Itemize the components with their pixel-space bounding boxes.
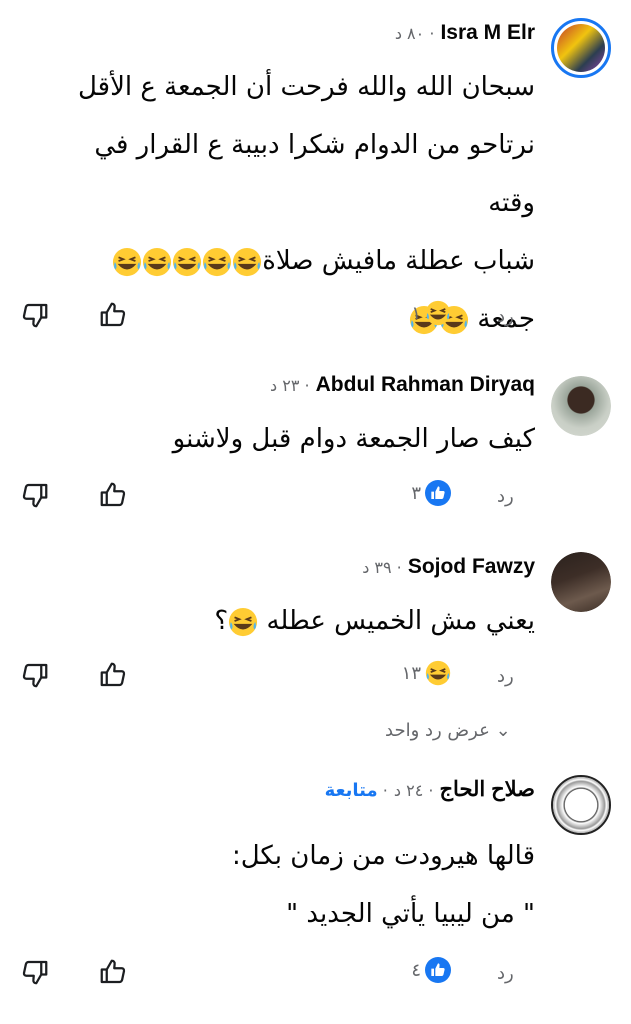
- haha-reaction-icon: [425, 660, 451, 686]
- author-name[interactable]: Abdul Rahman Diryaq: [316, 373, 535, 396]
- reaction-count[interactable]: ١: [411, 300, 451, 326]
- text-line: ؟: [214, 606, 229, 636]
- thumbs-up-icon[interactable]: [98, 957, 128, 987]
- thumbs-down-icon[interactable]: [20, 957, 50, 987]
- laughing-emoji-icon: [228, 607, 258, 637]
- laughing-emoji-icon: [112, 247, 142, 277]
- like-reaction-icon: [425, 957, 451, 983]
- text-line: " من ليبيا يأتي الجديد ": [286, 899, 535, 929]
- avatar[interactable]: [551, 18, 611, 78]
- timestamp: ٣٩ د: [362, 558, 392, 577]
- thumbs-down-icon[interactable]: [20, 300, 50, 330]
- haha-reaction-icon: [425, 300, 451, 326]
- comment-header: Sojod Fawzy · ٣٩ د: [362, 555, 535, 578]
- comment-header: صلاح الحاج · ٢٤ د · متابعة: [324, 778, 536, 801]
- avatar[interactable]: [551, 552, 611, 612]
- comment-header: Abdul Rahman Diryaq · ٢٣ د: [270, 373, 535, 396]
- avatar[interactable]: [551, 775, 611, 835]
- text-line: قالها هيرودت من زمان بكل:: [231, 841, 535, 871]
- timestamp: ٨٠ د: [394, 24, 425, 43]
- follow-button[interactable]: متابعة: [325, 780, 378, 801]
- comment-text: قالها هيرودت من زمان بكل: " من ليبيا يأت…: [65, 827, 535, 943]
- comment-header: Isra M Elr · ٨٠ د: [394, 21, 535, 44]
- laughing-emoji-icon: [202, 247, 232, 277]
- text-line: يعني مش الخميس عطله: [266, 606, 535, 636]
- timestamp: ٢٣ د: [270, 376, 300, 395]
- reply-button[interactable]: رد: [497, 666, 514, 687]
- text-line: نرتاحو من الدوام شكرا دبيبة ع القرار في …: [94, 130, 535, 218]
- chevron-down-icon: ⌄: [495, 720, 511, 741]
- author-name[interactable]: صلاح الحاج: [440, 778, 536, 801]
- comment-actions: ٣ رد: [0, 478, 631, 518]
- laughing-emoji-icon: [142, 247, 172, 277]
- text-line: كيف صار الجمعة دوام قبل ولاشنو: [172, 424, 535, 454]
- thumbs-up-icon[interactable]: [98, 660, 128, 690]
- reply-button[interactable]: رد: [497, 306, 514, 327]
- comment-actions: ١ رد: [0, 298, 631, 338]
- text-line: شباب عطلة مافيش صلاة: [262, 246, 535, 276]
- reply-button[interactable]: رد: [497, 963, 514, 984]
- reaction-count[interactable]: ٣: [411, 480, 451, 506]
- thumbs-up-icon[interactable]: [98, 480, 128, 510]
- comment-text: يعني مش الخميس عطله ؟: [65, 592, 535, 650]
- laughing-emoji-icon: [232, 247, 262, 277]
- comment-actions: ٤ رد: [0, 955, 631, 995]
- avatar[interactable]: [551, 376, 611, 436]
- comment-text: كيف صار الجمعة دوام قبل ولاشنو: [65, 410, 535, 468]
- thumbs-up-icon[interactable]: [98, 300, 128, 330]
- author-name[interactable]: Isra M Elr: [440, 21, 535, 44]
- author-name[interactable]: Sojod Fawzy: [408, 555, 535, 578]
- thumbs-down-icon[interactable]: [20, 480, 50, 510]
- view-replies-link[interactable]: ⌄ عرض رد واحد: [385, 720, 511, 741]
- reply-button[interactable]: رد: [497, 486, 514, 507]
- comment-actions: ١٣ رد: [0, 658, 631, 698]
- timestamp: ٢٤ د: [393, 781, 424, 800]
- thumbs-down-icon[interactable]: [20, 660, 50, 690]
- reaction-count[interactable]: ٤: [411, 957, 451, 983]
- text-line: سبحان الله والله فرحت أن الجمعة ع الأقل: [77, 72, 535, 102]
- reaction-count[interactable]: ١٣: [402, 660, 451, 686]
- laughing-emoji-icon: [172, 247, 202, 277]
- like-reaction-icon: [425, 480, 451, 506]
